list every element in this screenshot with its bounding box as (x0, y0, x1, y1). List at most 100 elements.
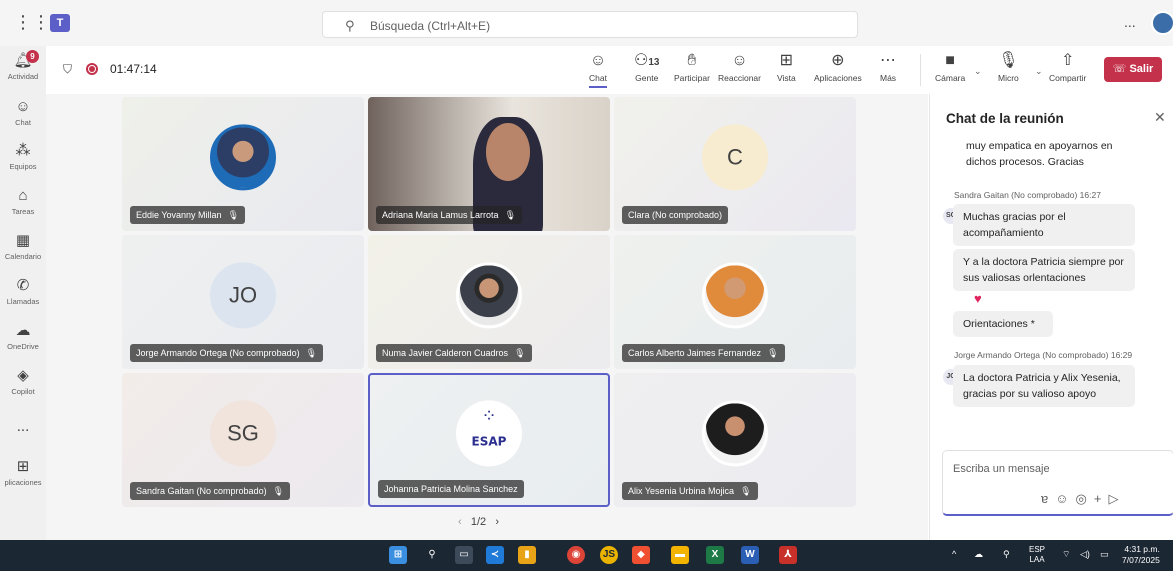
participant-tile[interactable]: Eddie Yovanny Millan 🎙︎ (122, 97, 364, 231)
search-box[interactable]: ⚲ Búsqueda (Ctrl+Alt+E) (322, 11, 858, 38)
participant-photo (210, 124, 276, 191)
cloud-icon[interactable]: ☁ (974, 549, 983, 560)
windows-taskbar: ⊞ ⚲ ▭ ≺ ▮ ◉ JS ◆ ▬ X W ⅄ ^ ☁ ⚲ ESP LAA ⌔ … (0, 540, 1173, 571)
chat-message: Y a la doctora Patricia siempre por sus … (953, 249, 1135, 291)
leave-button[interactable]: ☏ Salir (1104, 57, 1162, 82)
participant-tile-active[interactable]: ⁘ ESAP Johanna Patricia Molina Sanchez (368, 373, 610, 507)
chat-message: Orientaciones * (953, 311, 1053, 337)
participant-name: Jorge Armando Ortega (No comprobado) 🎙︎ (130, 344, 324, 362)
rail-item-chat[interactable]: ☺︎ Chat (0, 98, 46, 127)
participant-photo (702, 262, 768, 329)
more-icon: ... (16, 418, 30, 435)
app-rail: 🔔︎ 9 Actividad ☺︎ Chat ⁂ Equipos ⌂ Tarea… (0, 46, 46, 540)
calendar-icon: ▦ (15, 232, 31, 249)
add-icon[interactable]: + (1094, 491, 1109, 506)
volume-icon[interactable]: ◁) (1080, 549, 1090, 560)
powerbi-icon[interactable]: ▮ (518, 546, 536, 564)
cloud-icon: ☁︎ (15, 322, 31, 339)
phone-icon: ✆ (16, 277, 30, 294)
camera-button[interactable]: ■ Cámara (935, 51, 965, 83)
participant-tile[interactable]: Carlos Alberto Jaimes Fernandez 🎙︎ (614, 235, 856, 369)
participant-tile[interactable]: JO Jorge Armando Ortega (No comprobado) 🎙… (122, 235, 364, 369)
participant-tile[interactable]: Alix Yesenia Urbina Mojica 🎙︎ (614, 373, 856, 507)
wifi-icon[interactable]: ⌔ (1062, 549, 1070, 560)
battery-icon[interactable]: ▭ (1100, 549, 1109, 560)
rail-item-activity[interactable]: 🔔︎ 9 Actividad (0, 50, 46, 81)
participant-name: Clara (No comprobado) (622, 206, 729, 224)
chrome-icon[interactable]: ◉ (567, 546, 585, 564)
rail-item-calendar[interactable]: ▦ Calendario (0, 232, 46, 261)
participant-tile[interactable]: C Clara (No comprobado) (614, 97, 856, 231)
language-indicator[interactable]: ESP LAA (1029, 545, 1045, 565)
esap-logo-text: ESAP (471, 434, 507, 449)
pdf-icon[interactable]: ⅄ (779, 546, 797, 564)
folder-icon[interactable]: ▬ (671, 546, 689, 564)
word-icon[interactable]: W (741, 546, 759, 564)
react-button[interactable]: ☺ Reaccionar (718, 51, 761, 83)
participant-tile[interactable]: Numa Javier Calderon Cuadros 🎙︎ (368, 235, 610, 369)
rail-item-onedrive[interactable]: ☁︎ OneDrive (0, 322, 46, 351)
message-compose-box[interactable]: Escriba un mensaje ɐ☺◎+▷ (942, 450, 1173, 516)
share-icon: ⇧ (1060, 52, 1075, 69)
people-button[interactable]: ⚇13 Gente (634, 51, 659, 83)
rail-item-tasks[interactable]: ⌂ Tareas (0, 187, 46, 216)
participant-photo (456, 262, 522, 329)
view-button[interactable]: ⊞ Vista (777, 51, 796, 83)
rail-item-apps[interactable]: ⊞ plicaciones (0, 458, 46, 487)
mic-off-icon: 🎙︎ (514, 348, 526, 358)
raise-hand-button[interactable]: ✋︎ Participar (674, 51, 710, 83)
clock[interactable]: 4:31 p.m. 7/07/2025 (1122, 544, 1160, 566)
activity-badge: 9 (26, 50, 39, 63)
chat-icon: ☺︎ (15, 98, 31, 115)
tasks-icon: ⌂ (18, 187, 28, 204)
camera-options-chevron-icon[interactable]: ⌄ (974, 66, 982, 77)
participant-tile[interactable]: SG Sandra Gaitan (No comprobado) 🎙︎ (122, 373, 364, 507)
heart-reaction-icon[interactable]: ♥ (974, 291, 982, 306)
rail-item-more[interactable]: ... (0, 418, 46, 438)
send-icon[interactable]: ▷ (1108, 491, 1125, 506)
gallery-pager: ‹ 1/2 › (458, 516, 499, 528)
participant-logo: ⁘ ESAP (456, 400, 522, 467)
mic-button[interactable]: 🎙︎ Micro (998, 51, 1019, 83)
apps-button[interactable]: ⊕ Aplicaciones (814, 51, 862, 83)
mic-options-chevron-icon[interactable]: ⌄ (1035, 66, 1043, 77)
toolbar-divider (920, 54, 921, 86)
people-icon: ⚇13 (634, 52, 660, 69)
emoji-icon[interactable]: ☺ (1055, 491, 1075, 506)
pin-icon[interactable]: ⚲ (1003, 549, 1010, 560)
more-options-icon[interactable]: ... (1124, 14, 1136, 30)
title-bar: ⋮⋮⋮ T ⚲ Búsqueda (Ctrl+Alt+E) ... (0, 0, 1173, 46)
chevron-right-icon[interactable]: › (495, 516, 499, 528)
meeting-chat-panel: Chat de la reunión ✕ muy empatica en apo… (929, 94, 1173, 540)
more-button[interactable]: ⋯ Más (880, 51, 896, 83)
profile-avatar[interactable] (1151, 11, 1173, 35)
mic-off-icon: 🎙︎ (998, 52, 1019, 69)
mic-off-icon: 🎙︎ (305, 348, 318, 358)
chevron-left-icon[interactable]: ‹ (458, 516, 462, 528)
share-button[interactable]: ⇧ Compartir (1049, 51, 1086, 83)
participant-name: Alix Yesenia Urbina Mojica 🎙︎ (622, 482, 758, 500)
teams-logo-icon: T (50, 14, 70, 32)
vscode-icon[interactable]: ≺ (486, 546, 504, 564)
view-icon: ⊞ (779, 52, 794, 69)
format-icon[interactable]: ɐ (1041, 491, 1055, 506)
chevron-up-icon[interactable]: ^ (952, 549, 956, 559)
participant-video-tile[interactable]: Adriana Maria Lamus Larrota 🎙︎ (368, 97, 610, 231)
git-icon[interactable]: ◆ (632, 546, 650, 564)
search-placeholder: Búsqueda (Ctrl+Alt+E) (370, 19, 491, 33)
add-icon: ⊞ (16, 458, 30, 475)
rail-item-copilot[interactable]: ◈ Copilot (0, 367, 46, 396)
search-icon[interactable]: ⚲ (423, 546, 441, 564)
excel-icon[interactable]: X (706, 546, 724, 564)
close-icon[interactable]: ✕ (1154, 109, 1166, 126)
compose-input[interactable]: Escriba un mensaje (953, 463, 1050, 475)
terminal-icon[interactable]: ▭ (455, 546, 473, 564)
chat-button[interactable]: ☺︎ Chat (589, 51, 607, 88)
mic-off-icon: 🎙︎ (767, 348, 779, 358)
js-icon[interactable]: JS (600, 546, 618, 564)
start-icon[interactable]: ⊞ (389, 546, 407, 564)
rail-item-teams[interactable]: ⁂ Equipos (0, 142, 46, 171)
rail-item-calls[interactable]: ✆ Llamadas (0, 277, 46, 306)
video-stage: Eddie Yovanny Millan 🎙︎ Adriana Maria Lam… (46, 94, 928, 540)
loop-icon[interactable]: ◎ (1076, 491, 1094, 506)
